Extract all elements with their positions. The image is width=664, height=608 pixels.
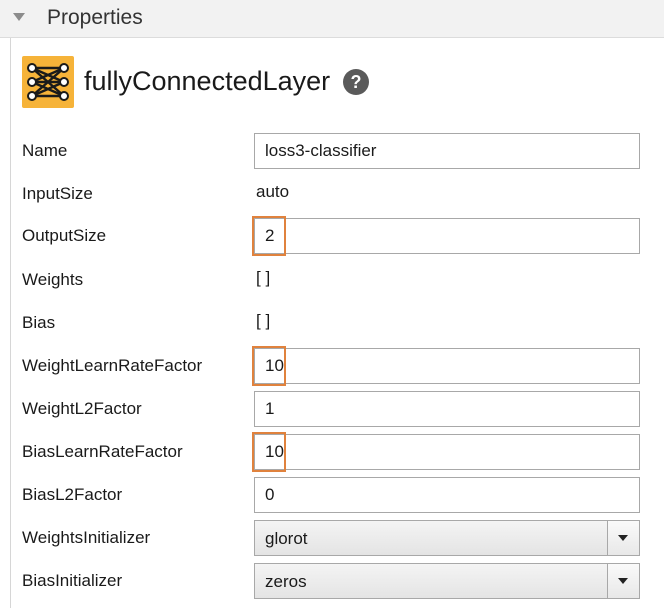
outputsize-input[interactable]: [254, 218, 640, 254]
property-label: Name: [22, 141, 68, 160]
inputsize-value: auto: [256, 182, 290, 201]
chevron-down-icon: [618, 578, 628, 584]
biasinitializer-dropdown[interactable]: zeros: [254, 563, 640, 599]
property-row-outputsize: OutputSize: [0, 216, 664, 256]
weightsinitializer-dropdown[interactable]: glorot: [254, 520, 640, 556]
property-row-weightsinitializer: WeightsInitializer glorot: [0, 518, 664, 558]
property-row-weightlearnratefactor: WeightLearnRateFactor: [0, 346, 664, 386]
property-row-inputsize: InputSize auto: [0, 174, 664, 214]
dropdown-button[interactable]: [607, 521, 639, 555]
properties-header[interactable]: Properties: [0, 0, 664, 38]
property-row-biasl2factor: BiasL2Factor: [0, 475, 664, 515]
fully-connected-layer-icon: [22, 56, 74, 108]
property-label: WeightsInitializer: [22, 528, 151, 547]
property-label: Weights: [22, 270, 84, 289]
property-label: BiasL2Factor: [22, 485, 123, 504]
property-row-biaslearnratefactor: BiasLearnRateFactor: [0, 432, 664, 472]
property-label: InputSize: [22, 184, 93, 203]
property-label: BiasLearnRateFactor: [22, 442, 183, 461]
property-label: Bias: [22, 313, 56, 332]
help-icon[interactable]: ?: [343, 69, 369, 95]
dropdown-button[interactable]: [607, 564, 639, 598]
dropdown-value: zeros: [265, 572, 307, 591]
property-row-weightl2factor: WeightL2Factor: [0, 389, 664, 429]
biasl2factor-input[interactable]: [254, 477, 640, 513]
name-input[interactable]: [254, 133, 640, 169]
property-label: WeightL2Factor: [22, 399, 142, 418]
property-row-bias: Bias [ ]: [0, 303, 664, 343]
properties-title: Properties: [47, 6, 143, 29]
weightl2factor-input[interactable]: [254, 391, 640, 427]
chevron-down-icon: [618, 535, 628, 541]
property-label: BiasInitializer: [22, 571, 123, 590]
dropdown-value: glorot: [265, 529, 308, 548]
property-row-weights: Weights [ ]: [0, 260, 664, 300]
collapse-triangle-icon[interactable]: [13, 13, 25, 21]
property-row-biasinitializer: BiasInitializer zeros: [0, 561, 664, 601]
layer-type-name: fullyConnectedLayer: [84, 66, 331, 96]
biaslearnratefactor-input[interactable]: [254, 434, 640, 470]
property-row-name: Name: [0, 131, 664, 171]
property-label: OutputSize: [22, 226, 107, 245]
weightlearnratefactor-input[interactable]: [254, 348, 640, 384]
bias-value: [ ]: [256, 311, 271, 330]
property-label: WeightLearnRateFactor: [22, 356, 203, 375]
weights-value: [ ]: [256, 268, 271, 287]
